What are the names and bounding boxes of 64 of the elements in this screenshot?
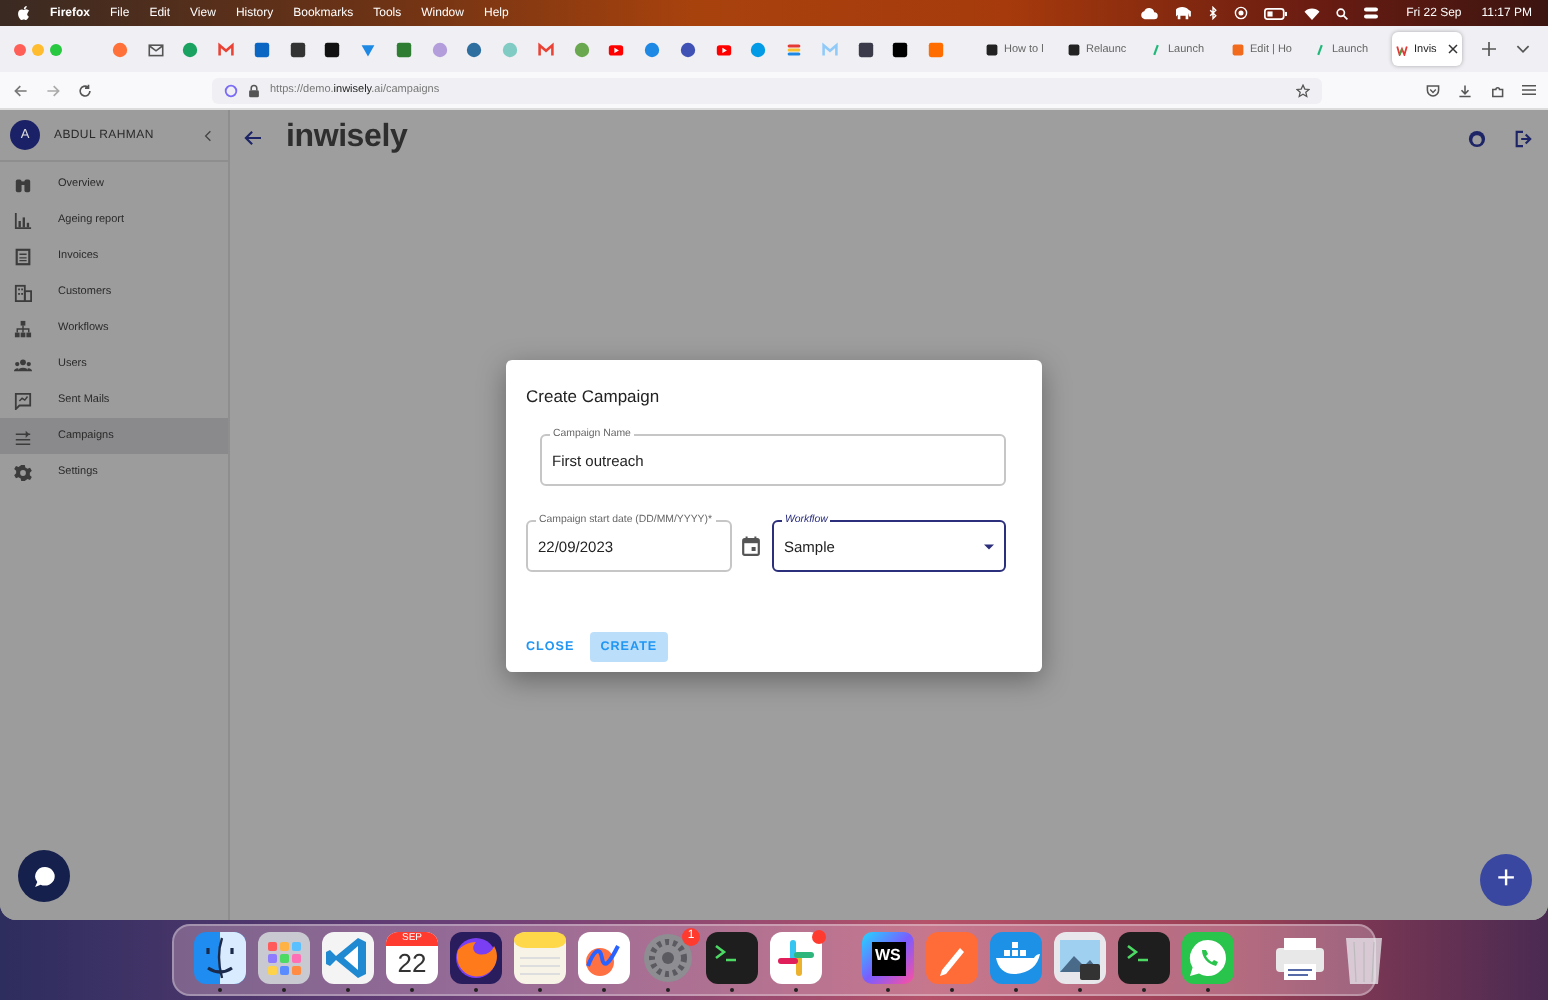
battery-icon[interactable] (1264, 7, 1289, 19)
menu-icon[interactable] (1522, 84, 1536, 96)
close-icon[interactable] (1448, 44, 1458, 54)
control-center-icon[interactable] (1364, 6, 1379, 20)
photo-icon[interactable] (1052, 930, 1108, 986)
terminal-icon[interactable] (704, 930, 760, 986)
cloud-icon[interactable] (1140, 6, 1159, 20)
download-icon[interactable] (1458, 83, 1472, 97)
notepad-icon[interactable] (512, 930, 568, 986)
wifi-icon[interactable] (1304, 7, 1321, 19)
search-icon[interactable] (1336, 7, 1349, 19)
site-icon[interactable] (147, 41, 164, 57)
nav-icon (14, 319, 32, 337)
site-icon[interactable] (289, 41, 306, 57)
site-icon (1314, 43, 1326, 55)
nav-icon (14, 247, 32, 265)
lock-icon (248, 83, 260, 97)
nav-icon (14, 355, 32, 373)
logout-icon[interactable] (1514, 129, 1532, 147)
extensions-icon[interactable] (1490, 83, 1504, 97)
site-icon (1150, 43, 1162, 55)
site-icon[interactable] (679, 41, 696, 57)
squiggle-icon[interactable] (576, 930, 632, 986)
dialog-title: Create Campaign (526, 386, 660, 406)
collapse-icon[interactable] (204, 129, 212, 141)
speech-bubble-icon (33, 865, 55, 887)
site-icon[interactable] (857, 41, 874, 57)
site-icon (1396, 43, 1408, 55)
logo: inwisely (286, 122, 408, 154)
caret-icon (984, 543, 994, 549)
nav-icon (14, 175, 32, 193)
terminal-icon[interactable] (1116, 930, 1172, 986)
site-icon (1068, 43, 1080, 55)
site-icon (1232, 43, 1244, 55)
chat-bubble-icon[interactable] (1180, 930, 1236, 986)
nav-icon (14, 427, 32, 445)
code-tile-icon[interactable]: WS (862, 932, 914, 984)
nav-icon (14, 283, 32, 301)
back-icon[interactable] (14, 83, 28, 97)
record-icon[interactable] (1234, 6, 1249, 20)
nav-icon (14, 211, 32, 229)
calendar-icon[interactable] (742, 536, 760, 556)
elephant-icon[interactable] (1174, 6, 1193, 20)
bluetooth-icon[interactable] (1208, 6, 1219, 20)
site-icon (986, 43, 998, 55)
pocket-icon[interactable] (1426, 83, 1440, 97)
shield-icon (224, 83, 238, 97)
chevron-down-icon[interactable] (1516, 44, 1530, 54)
apple-icon[interactable] (18, 6, 30, 20)
reload-icon[interactable] (78, 83, 92, 97)
pen-icon[interactable] (924, 930, 980, 986)
back-arrow-icon[interactable] (244, 130, 262, 146)
ribbon-icon[interactable] (320, 930, 376, 986)
plus-icon[interactable] (1482, 42, 1496, 56)
globe-icon[interactable] (448, 930, 504, 986)
site-icon[interactable] (324, 41, 341, 57)
star-icon[interactable] (1296, 83, 1310, 97)
nav-icon (14, 391, 32, 409)
site-icon[interactable] (892, 41, 909, 57)
calendar-day: 22 (397, 946, 427, 980)
app-initials: WS (871, 941, 905, 975)
hash-icon[interactable] (768, 930, 824, 986)
nav-icon (14, 463, 32, 481)
close-window-icon[interactable] (14, 43, 26, 55)
